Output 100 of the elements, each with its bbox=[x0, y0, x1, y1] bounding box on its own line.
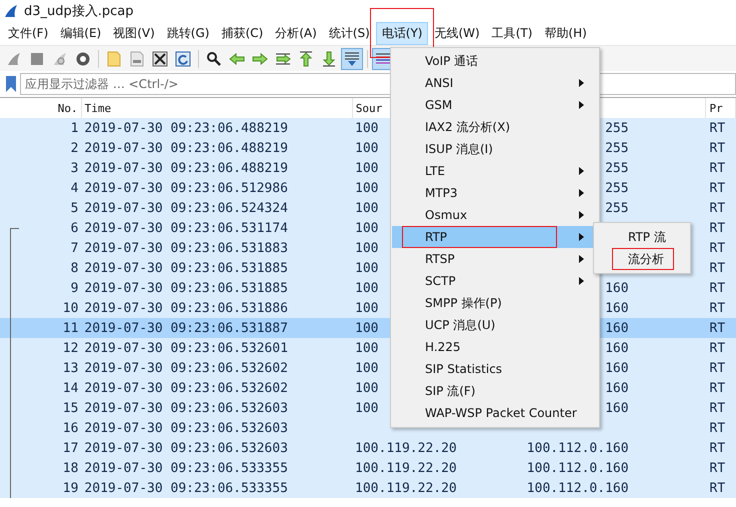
table-cell: RT bbox=[710, 160, 726, 176]
table-cell: 100.112.0.160 bbox=[526, 480, 629, 496]
table-cell: 100.112.0.160 bbox=[526, 440, 629, 456]
table-cell: 5 bbox=[70, 200, 78, 216]
table-cell: 100 bbox=[355, 180, 378, 196]
menu-item[interactable]: 帮助(H) bbox=[538, 22, 593, 45]
table-cell: RT bbox=[710, 180, 726, 196]
table-cell: 7 bbox=[70, 240, 78, 256]
table-cell: 19 bbox=[62, 480, 78, 496]
table-cell: RT bbox=[710, 380, 726, 396]
table-cell: RT bbox=[710, 260, 726, 276]
table-cell: 16 bbox=[62, 420, 78, 436]
table-cell: 100 bbox=[355, 220, 378, 236]
column-header[interactable]: Pr bbox=[709, 102, 723, 114]
table-cell: RT bbox=[710, 220, 726, 236]
table-cell: 255 bbox=[605, 200, 629, 216]
table-cell: RT bbox=[710, 340, 726, 356]
table-cell: RT bbox=[710, 280, 726, 296]
table-cell: 160 bbox=[605, 320, 629, 336]
menu-item[interactable]: 工具(T) bbox=[486, 22, 538, 45]
table-cell: 255 bbox=[605, 140, 629, 156]
table-cell: 160 bbox=[605, 400, 629, 416]
menu-item[interactable]: 跳转(G) bbox=[160, 22, 216, 45]
table-cell: 3 bbox=[70, 160, 78, 176]
menu-item[interactable]: H.225 bbox=[392, 336, 598, 358]
table-cell: 2019-07-30 09:23:06.532603 bbox=[84, 440, 288, 456]
submenu-arrow-icon bbox=[579, 79, 584, 87]
table-cell: 160 bbox=[605, 360, 629, 376]
menu-item[interactable]: 文件(F) bbox=[2, 22, 54, 45]
menu-item[interactable]: 捕获(C) bbox=[215, 22, 270, 45]
table-cell: 160 bbox=[605, 280, 629, 296]
table-cell: 2019-07-30 09:23:06.531885 bbox=[84, 280, 288, 296]
table-cell: 100.119.22.20 bbox=[355, 460, 457, 476]
table-cell: 100 bbox=[355, 400, 378, 416]
table-cell: 160 bbox=[605, 300, 629, 316]
table-cell: 2019-07-30 09:23:06.512986 bbox=[84, 180, 288, 196]
table-cell: 100 bbox=[355, 300, 378, 316]
table-cell: 100 bbox=[355, 340, 378, 356]
bookmark-icon[interactable] bbox=[6, 76, 16, 92]
table-cell: 2019-07-30 09:23:06.532601 bbox=[84, 340, 288, 356]
table-cell: RT bbox=[710, 140, 726, 156]
table-cell: 2019-07-30 09:23:06.488219 bbox=[84, 120, 288, 136]
table-cell: 4 bbox=[70, 180, 78, 196]
table-cell: 2019-07-30 09:23:06.532603 bbox=[84, 400, 288, 416]
packet-row[interactable]: 18 2019-07-30 09:23:06.533355 100.119.22.20 100.112.0.160 RT bbox=[0, 458, 736, 478]
menu-item[interactable]: 视图(V) bbox=[107, 22, 161, 45]
column-header[interactable]: Sour bbox=[356, 102, 382, 114]
table-cell: 255 bbox=[605, 180, 629, 196]
column-header[interactable]: No. bbox=[58, 102, 78, 114]
table-cell: 100 bbox=[355, 260, 378, 276]
submenu-arrow-icon bbox=[579, 277, 584, 285]
menu-item[interactable]: 电话(Y) bbox=[376, 22, 428, 45]
table-cell: 100.119.22.20 bbox=[355, 440, 457, 456]
table-cell: 18 bbox=[62, 460, 78, 476]
table-cell: RT bbox=[710, 480, 726, 496]
table-cell: 100 bbox=[355, 320, 378, 336]
submenu-arrow-icon bbox=[579, 211, 584, 219]
table-cell: 255 bbox=[605, 120, 629, 136]
table-cell: 2019-07-30 09:23:06.488219 bbox=[84, 160, 288, 176]
table-cell: RT bbox=[710, 300, 726, 316]
table-cell: 2019-07-30 09:23:06.531174 bbox=[84, 220, 288, 236]
menu-item[interactable]: 统计(S) bbox=[322, 22, 376, 45]
menu-item[interactable]: 编辑(E) bbox=[54, 22, 108, 45]
submenu-arrow-icon bbox=[579, 101, 584, 109]
table-cell: 6 bbox=[70, 220, 78, 236]
shark-fin-icon bbox=[4, 4, 18, 18]
table-cell: 100 bbox=[355, 280, 378, 296]
table-cell: 255 bbox=[605, 160, 629, 176]
table-cell: RT bbox=[710, 440, 726, 456]
autoscroll-icon[interactable] bbox=[341, 48, 363, 70]
table-cell: 2019-07-30 09:23:06.531883 bbox=[84, 240, 288, 256]
menu-item[interactable]: ISUP 消息(I) bbox=[392, 138, 598, 160]
table-cell: 2019-07-30 09:23:06.524324 bbox=[84, 200, 288, 216]
table-cell: 100 bbox=[355, 120, 378, 136]
table-cell: RT bbox=[710, 360, 726, 376]
table-cell: 2019-07-30 09:23:06.533355 bbox=[84, 480, 288, 496]
table-cell: 100.119.22.20 bbox=[355, 480, 457, 496]
submenu-arrow-icon bbox=[579, 255, 584, 263]
table-cell: 2019-07-30 09:23:06.532602 bbox=[84, 360, 288, 376]
table-cell: 17 bbox=[62, 440, 78, 456]
submenu-arrow-icon bbox=[579, 189, 584, 197]
menu-item[interactable]: 无线(W) bbox=[428, 22, 486, 45]
table-cell: 13 bbox=[62, 360, 78, 376]
menu-item[interactable]: SIP Statistics bbox=[392, 358, 598, 380]
table-cell: 8 bbox=[70, 260, 78, 276]
packet-row[interactable]: 19 2019-07-30 09:23:06.533355 100.119.22.20 100.112.0.160 RT bbox=[0, 478, 736, 498]
menu-item[interactable]: IAX2 流分析(X) bbox=[392, 116, 598, 138]
column-header[interactable]: Time bbox=[84, 102, 112, 114]
menu-item[interactable]: ANSI bbox=[392, 72, 598, 94]
table-cell: 100 bbox=[355, 240, 378, 256]
table-cell: 2019-07-30 09:23:06.531885 bbox=[84, 260, 288, 276]
table-cell: 2 bbox=[70, 140, 78, 156]
menu-item[interactable]: 分析(A) bbox=[269, 22, 323, 45]
table-cell: 100.112.0.160 bbox=[526, 460, 629, 476]
packet-row[interactable]: 17 2019-07-30 09:23:06.532603 100.119.22.20 100.112.0.160 RT bbox=[0, 438, 736, 458]
table-cell: RT bbox=[710, 320, 726, 336]
submenu-arrow-icon bbox=[579, 233, 584, 241]
table-cell: 160 bbox=[605, 340, 629, 356]
table-cell: 100 bbox=[355, 200, 378, 216]
menu-item[interactable]: GSM bbox=[392, 94, 598, 116]
